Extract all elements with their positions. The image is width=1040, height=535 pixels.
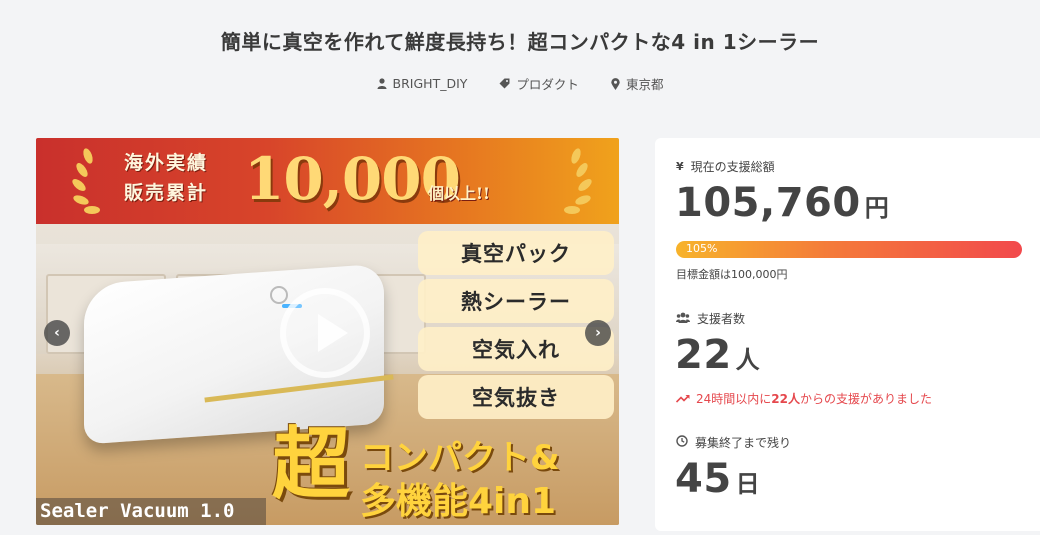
laurel-icon <box>564 148 592 214</box>
yen-icon: ¥ <box>676 160 684 173</box>
user-icon <box>377 78 387 89</box>
feature-pill: 真空パック <box>418 231 614 275</box>
total-funding-amount: 105,760 <box>675 180 861 226</box>
caption-line2: 多機能4in1 <box>360 481 557 522</box>
goal-amount: 目標金額は100,000円 <box>676 268 788 281</box>
remaining-label: 募集終了まで残り <box>676 434 791 451</box>
project-meta: BRIGHT_DIY プロダクト 東京都 <box>0 74 1040 93</box>
carousel-next-button[interactable]: › <box>585 320 611 346</box>
project-media-carousel[interactable]: 海外実績 販売累計 10,000 個以上!! 真空パック 熱シーラー 空気入れ … <box>36 138 619 525</box>
owner-link[interactable]: BRIGHT_DIY <box>377 74 468 93</box>
owner-name: BRIGHT_DIY <box>392 76 468 91</box>
total-funding-unit: 円 <box>864 194 889 222</box>
map-pin-icon <box>611 77 620 90</box>
total-funding-label: ¥ 現在の支援総額 <box>676 158 775 175</box>
laurel-icon <box>72 148 100 214</box>
feature-pill: 熱シーラー <box>418 279 614 323</box>
product-label: Sealer Vacuum 1.0 <box>36 498 266 525</box>
funding-stats-card: ¥ 現在の支援総額 105,760 円 105% 目標金額は100,000円 支援… <box>655 138 1040 531</box>
remaining-label-text: 募集終了まで残り <box>695 436 792 450</box>
backers-count: 22 <box>675 332 732 378</box>
banner-subtitle: 海外実績 販売累計 <box>124 148 234 208</box>
total-funding-label-text: 現在の支援総額 <box>690 160 775 174</box>
trend-prefix: 24時間以内に <box>696 392 772 406</box>
trend-suffix: からの支援がありました <box>799 392 932 406</box>
clock-icon <box>676 435 688 450</box>
project-title: 簡単に真空を作れて鮮度長持ち！超コンパクトな4 in 1シーラー <box>220 30 820 54</box>
category-name: プロダクト <box>516 77 579 92</box>
total-funding-value: 105,760 円 <box>675 180 889 226</box>
remaining-unit: 日 <box>735 470 760 498</box>
backers-value: 22 人 <box>675 332 760 378</box>
power-icon <box>270 286 288 304</box>
remaining-days: 45 <box>675 456 732 502</box>
trend-count: 22人 <box>771 392 800 406</box>
backers-label-text: 支援者数 <box>697 312 746 326</box>
recent-backers-notice: 24時間以内に22人からの支援がありました <box>675 390 932 407</box>
users-icon <box>676 312 690 326</box>
funding-progress-bar: 105% <box>676 241 1022 258</box>
location-name: 東京都 <box>625 77 664 92</box>
backers-label: 支援者数 <box>676 310 745 327</box>
sales-banner: 海外実績 販売累計 10,000 個以上!! <box>36 138 619 224</box>
location-link[interactable]: 東京都 <box>611 74 664 93</box>
carousel-prev-button[interactable]: ‹ <box>44 320 70 346</box>
caption-big-char: 超 <box>272 420 351 510</box>
tag-icon <box>499 78 510 89</box>
project-header: 簡単に真空を作れて鮮度長持ち！超コンパクトな4 in 1シーラー BRIGHT_… <box>0 0 1040 110</box>
banner-unit: 個以上!! <box>428 184 491 203</box>
feature-pill: 空気抜き <box>418 375 614 419</box>
banner-sub-line1: 海外実績 <box>124 152 209 174</box>
banner-sub-line2: 販売累計 <box>124 182 209 204</box>
backers-unit: 人 <box>735 346 760 374</box>
remaining-value: 45 日 <box>675 456 760 502</box>
category-link[interactable]: プロダクト <box>499 74 579 93</box>
trending-up-icon <box>675 392 690 406</box>
funding-progress-text: 105% <box>686 242 718 255</box>
play-video-button[interactable] <box>280 288 370 378</box>
